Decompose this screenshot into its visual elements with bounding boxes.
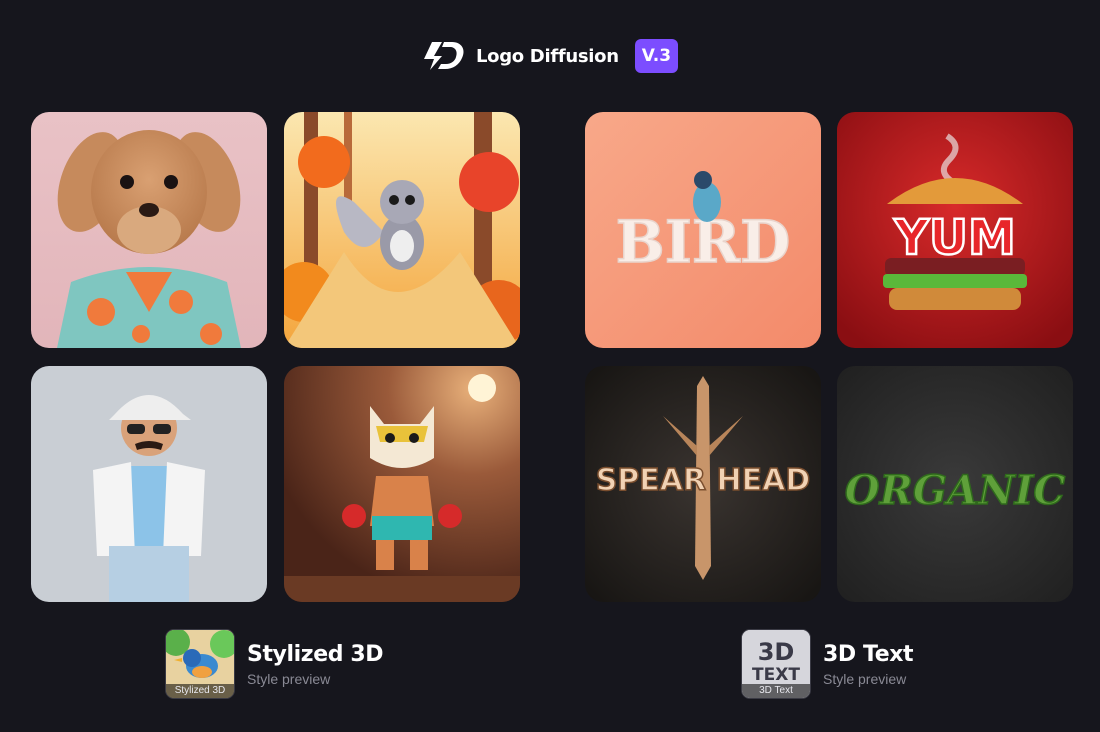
3d-text-thumbnail[interactable]: 3D TEXT 3D Text [741, 629, 811, 699]
caption-subtitle: Style preview [247, 670, 331, 687]
app-header: Logo Diffusion V.3 [0, 36, 1100, 76]
3d-text-caption: 3D TEXT 3D Text 3D Text Style preview [741, 629, 914, 699]
thumbnail-label: 3D Text [742, 684, 810, 698]
caption-text: Stylized 3D Style preview [247, 642, 383, 687]
caption-subtitle: Style preview [823, 670, 907, 687]
spear-head-text-image: SPEAR HEAD [585, 366, 821, 602]
yum-burger-image: YUM [837, 112, 1073, 348]
man-figurine-image [31, 366, 267, 602]
bird-text-image: BIRD [585, 112, 821, 348]
caption-title: Stylized 3D [247, 641, 384, 667]
organic-text: ORGANIC [845, 467, 1066, 514]
version-badge: V.3 [634, 39, 679, 73]
organic-text-image: ORGANIC [837, 366, 1073, 602]
squirrel-image [284, 112, 520, 348]
caption-text: 3D Text Style preview [823, 641, 914, 687]
plush-dog-image [31, 112, 267, 348]
thumb-big-text: TEXT [752, 665, 800, 685]
brand-name: Logo Diffusion [475, 45, 619, 67]
logo-diffusion-icon [423, 42, 464, 70]
wrestler-cat-image [284, 366, 520, 602]
stylized-3d-thumbnail[interactable]: Stylized 3D [165, 629, 235, 699]
spear-head-text: SPEAR HEAD [596, 463, 811, 498]
yum-text: YUM [893, 210, 1016, 266]
caption-title: 3D Text [823, 641, 914, 667]
stylized-3d-caption: Stylized 3D Stylized 3D Style preview [165, 629, 383, 699]
thumb-big-3d: 3D [758, 638, 795, 666]
thumbnail-label: Stylized 3D [166, 684, 234, 698]
